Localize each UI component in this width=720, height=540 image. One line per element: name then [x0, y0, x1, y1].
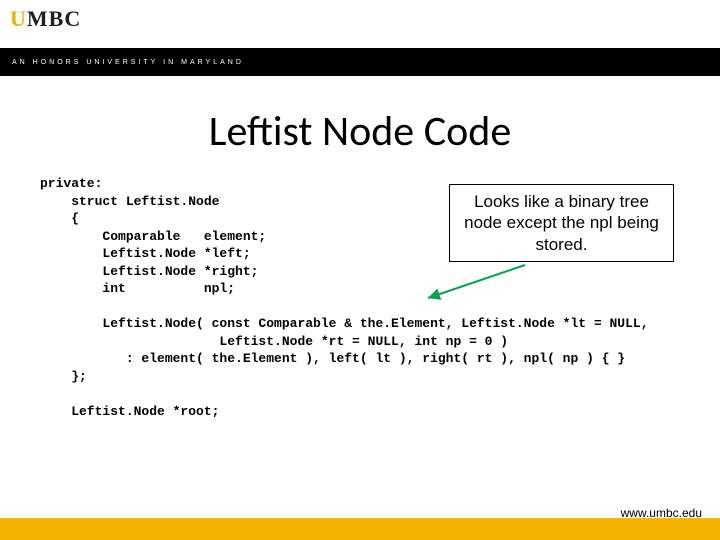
logo-mbc: MBC: [27, 6, 81, 31]
tagline-band: AN HONORS UNIVERSITY IN MARYLAND: [0, 48, 720, 76]
annotation-callout: Looks like a binary tree node except the…: [449, 184, 674, 262]
page-title: Leftist Node Code: [40, 106, 680, 157]
footer-bar: [0, 518, 720, 540]
tagline: AN HONORS UNIVERSITY IN MARYLAND: [12, 59, 244, 66]
header: UMBC: [0, 0, 720, 48]
logo: UMBC: [10, 6, 81, 32]
logo-u: U: [10, 6, 27, 31]
